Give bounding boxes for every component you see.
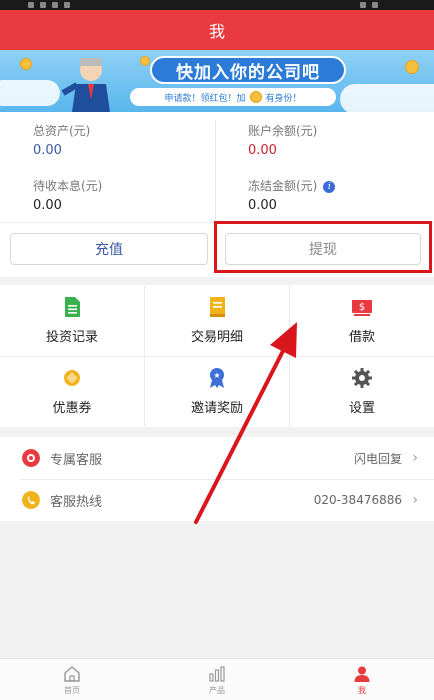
coin-decoration (405, 60, 419, 74)
grid-item-transaction-details[interactable]: 交易明细 (145, 285, 289, 356)
page-title: 我 (208, 22, 225, 41)
divider (215, 120, 216, 220)
stat-value: 0.00 (33, 143, 62, 158)
recharge-button[interactable]: 充值 (10, 233, 208, 265)
cloud-decoration (0, 80, 60, 106)
chevron-right-icon: › (412, 450, 418, 466)
tab-label: 我 (358, 685, 366, 695)
user-icon (354, 666, 370, 682)
grid-item-label: 投资记录 (45, 330, 98, 345)
grid-item-settings[interactable]: 设置 (290, 356, 434, 427)
stat-value: 0.00 (248, 198, 277, 213)
medal-icon: ★ (210, 368, 224, 388)
document-icon (65, 297, 80, 317)
banner-subline: 申请款！领红包！加 有身份！ (130, 88, 336, 106)
withdraw-button[interactable]: 提现 (225, 233, 421, 265)
stat-label: 账户余额(元) (248, 124, 318, 138)
chart-icon (209, 665, 225, 682)
status-icon (40, 2, 46, 8)
grid-item-coupons[interactable]: 优惠券 (0, 356, 144, 427)
action-bar: 充值 提现 (0, 222, 434, 277)
chevron-right-icon: › (412, 492, 418, 508)
cloud-decoration (340, 84, 434, 112)
coin-decoration (140, 56, 150, 66)
service-list: 专属客服 闪电回复 › 客服热线 020-38476886 › (0, 437, 434, 521)
grid-item-label: 邀请奖励 (190, 401, 243, 416)
businessman-illustration (62, 58, 110, 112)
promo-banner[interactable]: 快加入你的公司吧 申请款！领红包！加 有身份！ (0, 50, 434, 112)
status-icon (52, 2, 58, 8)
info-icon[interactable]: i (323, 180, 336, 193)
coin-decoration (20, 58, 32, 70)
stat-value: 0.00 (33, 198, 62, 213)
gear-icon (352, 368, 372, 388)
tab-label: 首页 (64, 685, 80, 695)
banner-headline: 快加入你的公司吧 (150, 56, 346, 84)
status-icon (28, 2, 34, 8)
battery-icon (372, 2, 378, 8)
divider (0, 356, 434, 357)
status-bar (0, 0, 434, 10)
list-item-value: 闪电回复 (353, 451, 402, 466)
grid-item-label: 优惠券 (52, 401, 92, 416)
ledger-icon (210, 297, 225, 317)
tab-home[interactable]: 首页 (0, 659, 144, 700)
account-stats: 总资产(元) 0.00 账户余额(元) 0.00 待收本息(元) 0.00 冻结… (0, 112, 434, 222)
grid-item-label: 设置 (348, 401, 375, 416)
page-header: 我 (0, 10, 434, 50)
tab-products[interactable]: 产品 (145, 659, 289, 700)
list-item-label: 客服热线 (50, 494, 103, 510)
grid-item-loan[interactable]: $ 借款 (290, 285, 434, 356)
tab-label: 产品 (209, 685, 225, 695)
tab-me[interactable]: 我 (290, 659, 434, 700)
phone-icon (22, 491, 40, 509)
coupon-icon (64, 370, 80, 386)
grid-item-label: 交易明细 (190, 330, 243, 345)
service-icon (22, 449, 40, 467)
stat-account-balance: 账户余额(元) 0.00 (215, 112, 432, 167)
stat-label: 总资产(元) (33, 124, 91, 138)
svg-text:$: $ (359, 302, 365, 313)
signal-icon (360, 2, 366, 8)
feature-grid: 投资记录 交易明细 $ 借款 优惠券 ★ 邀请奖励 设置 (0, 285, 434, 427)
stat-frozen-amount: 冻结金额(元) i 0.00 (215, 167, 432, 222)
home-icon (64, 665, 80, 682)
stat-pending-interest: 待收本息(元) 0.00 (0, 167, 217, 222)
stat-label: 冻结金额(元) i (248, 177, 336, 194)
list-item-label: 专属客服 (50, 452, 103, 468)
grid-item-label: 借款 (348, 330, 375, 345)
grid-item-investment-records[interactable]: 投资记录 (0, 285, 144, 356)
stat-value: 0.00 (248, 143, 277, 158)
list-item-hotline[interactable]: 客服热线 020-38476886 › (0, 479, 434, 521)
svg-text:★: ★ (213, 371, 220, 380)
bottom-tab-bar: 首页 产品 我 (0, 658, 434, 700)
stat-label: 待收本息(元) (33, 179, 103, 193)
coin-icon (249, 91, 262, 103)
status-icon (64, 2, 70, 8)
list-item-value: 020-38476886 (313, 493, 402, 507)
list-item-exclusive-service[interactable]: 专属客服 闪电回复 › (0, 437, 434, 479)
stat-total-assets: 总资产(元) 0.00 (0, 112, 217, 167)
money-icon: $ (352, 300, 372, 316)
grid-item-invite-rewards[interactable]: ★ 邀请奖励 (145, 356, 289, 427)
